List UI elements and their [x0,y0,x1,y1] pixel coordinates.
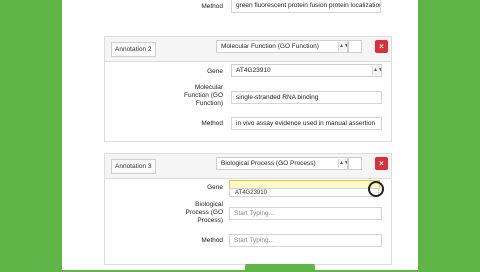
add-annotation-button[interactable] [245,264,315,272]
mf-label-line-3: Function) [195,100,223,107]
method-label-1: Method [201,3,223,10]
annotation-3-delete-button[interactable]: × [375,157,388,170]
annotation-2-type-value: Molecular Function (GO Function) [221,43,319,50]
bp-label-line-2: Process (GO [185,209,223,216]
annotation-3-type-select[interactable]: Biological Process (GO Process) ▲▼ [216,157,348,170]
annotation-3-label: Annotation 3 [111,159,156,174]
method-label-3: Method [201,237,223,244]
bp-label-line-1: Biological [195,201,223,208]
gene-label-3: Gene [207,184,223,191]
gene-label-2: Gene [207,68,223,75]
annotation-3-type-value: Biological Process (GO Process) [221,160,316,167]
chevron-down-icon: ▲▼ [372,66,382,75]
cursor-highlight-icon [368,181,384,197]
chevron-down-icon: ▲▼ [338,159,348,168]
bp-label: Biological Process (GO Process) [178,201,223,225]
gene-value-2: AT4G23910 [236,67,271,74]
mf-field[interactable]: single-stranded RNA binding [231,91,382,104]
method-field-2[interactable]: in vivo assay evidence used in manual as… [231,117,382,130]
chevron-down-icon: ▲▼ [338,42,348,51]
mf-label-line-2: Function (GO [183,92,223,99]
annotation-2-type-select[interactable]: Molecular Function (GO Function) ▲▼ [216,40,348,53]
bp-label-line-3: Process) [197,217,223,224]
method-value-1[interactable]: green fluorescent protein fusion protein… [231,0,381,13]
gene-select-2[interactable]: AT4G23910 ▲▼ [231,64,382,77]
annotation-3-type-extra[interactable] [348,157,362,170]
bp-field[interactable]: Start Typing... [229,207,382,220]
annotation-2-delete-button[interactable]: × [375,40,388,53]
gene-suggestion-item[interactable]: AT4G23910 [229,188,379,197]
method-field-3[interactable]: Start Typing... [229,234,382,247]
mf-label: Molecular Function (GO Function) [178,84,223,108]
method-label-2: Method [201,120,223,127]
annotation-2-label: Annotation 2 [111,42,156,57]
annotation-2-type-extra[interactable] [348,40,362,53]
mf-label-line-1: Molecular [194,84,223,91]
